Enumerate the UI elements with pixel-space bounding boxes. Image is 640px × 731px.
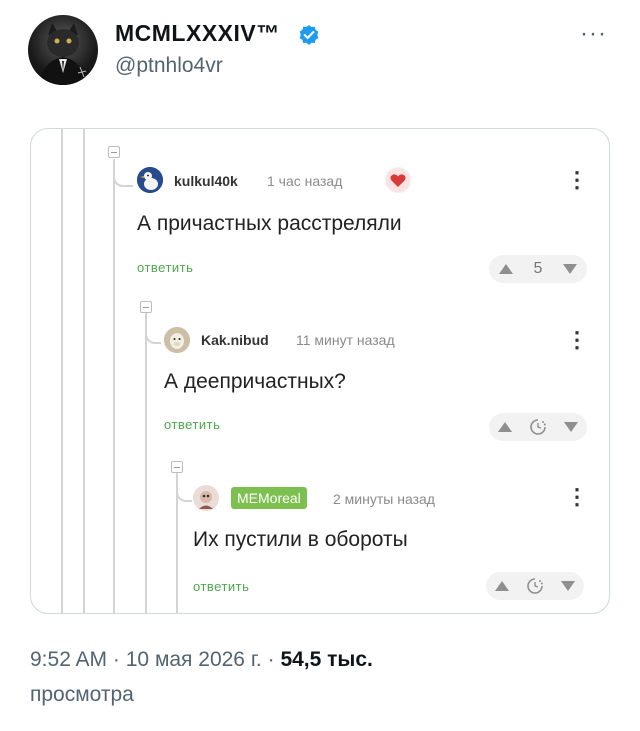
collapse-icon[interactable] bbox=[140, 301, 152, 313]
comment-text: А причастных расстреляли bbox=[137, 212, 402, 235]
llama-icon bbox=[164, 327, 190, 353]
author-avatar[interactable] bbox=[28, 15, 98, 85]
rating-control: 5 bbox=[489, 255, 587, 283]
reply-button[interactable]: ответить bbox=[193, 579, 249, 594]
upvote-icon[interactable] bbox=[497, 422, 512, 432]
upvote-icon[interactable] bbox=[499, 264, 514, 274]
comment-menu-icon[interactable]: ⋮ bbox=[566, 169, 588, 191]
pending-timer-icon bbox=[530, 419, 546, 435]
views-label: просмотра bbox=[30, 683, 134, 706]
comment-time: 2 минуты назад bbox=[333, 491, 435, 507]
comment-text: Их пустили в обороты bbox=[193, 528, 408, 551]
tweet-meta: 9:52 AM · 10 мая 2026 г. · 54,5 тыс. bbox=[30, 648, 373, 672]
award-icon[interactable] bbox=[385, 167, 411, 193]
comment-text: А деепричастных? bbox=[164, 370, 346, 393]
comment-avatar[interactable] bbox=[137, 167, 163, 193]
thread-line bbox=[145, 312, 147, 613]
tweet-time[interactable]: 9:52 AM bbox=[30, 648, 107, 671]
rating-value: 5 bbox=[533, 260, 543, 277]
reply-button[interactable]: ответить bbox=[137, 260, 193, 275]
downvote-icon[interactable] bbox=[564, 422, 579, 432]
rating-control bbox=[489, 413, 587, 441]
thread-line bbox=[83, 129, 85, 613]
downvote-icon[interactable] bbox=[561, 581, 576, 591]
views-count: 54,5 тыс. bbox=[280, 648, 373, 671]
comment-menu-icon[interactable]: ⋮ bbox=[566, 329, 588, 351]
heart-award-icon bbox=[386, 168, 410, 192]
comment-time: 1 час назад bbox=[267, 173, 343, 189]
reply-button[interactable]: ответить bbox=[164, 417, 220, 432]
more-horizontal-icon[interactable]: ··· bbox=[580, 22, 607, 46]
thread-connector bbox=[113, 159, 133, 187]
comment-username[interactable]: Kak.nibud bbox=[201, 332, 269, 348]
goose-icon bbox=[137, 167, 163, 193]
comment-time: 11 минут назад bbox=[296, 332, 395, 348]
comment-avatar[interactable] bbox=[193, 485, 219, 511]
thread-line bbox=[61, 129, 63, 613]
downvote-icon[interactable] bbox=[562, 264, 577, 274]
comment-username[interactable]: kulkul40k bbox=[174, 173, 238, 189]
thread-line bbox=[113, 159, 115, 613]
author-name[interactable]: MCMLXXXIV™ bbox=[115, 20, 280, 47]
comment-menu-icon[interactable]: ⋮ bbox=[566, 486, 588, 508]
meta-separator: · bbox=[267, 648, 275, 671]
meta-separator: · bbox=[112, 648, 120, 671]
face-avatar-icon bbox=[193, 485, 219, 511]
verified-badge-icon bbox=[299, 25, 319, 45]
thread-connector bbox=[145, 314, 161, 344]
tweet-date[interactable]: 10 мая 2026 г. bbox=[126, 648, 262, 671]
pending-timer-icon bbox=[527, 578, 543, 594]
embedded-image[interactable]: kulkul40k 1 час назад ⋮ А причастных рас… bbox=[30, 128, 610, 614]
comment-avatar[interactable] bbox=[164, 327, 190, 353]
thread-connector bbox=[176, 474, 192, 502]
author-handle[interactable]: @ptnhlo4vr bbox=[115, 54, 223, 78]
cat-in-suit-icon bbox=[40, 23, 87, 85]
collapse-icon[interactable] bbox=[171, 461, 183, 473]
username-badge[interactable]: MEMoreal bbox=[231, 487, 307, 509]
upvote-icon[interactable] bbox=[494, 581, 509, 591]
rating-control bbox=[486, 572, 584, 600]
collapse-icon[interactable] bbox=[108, 146, 120, 158]
